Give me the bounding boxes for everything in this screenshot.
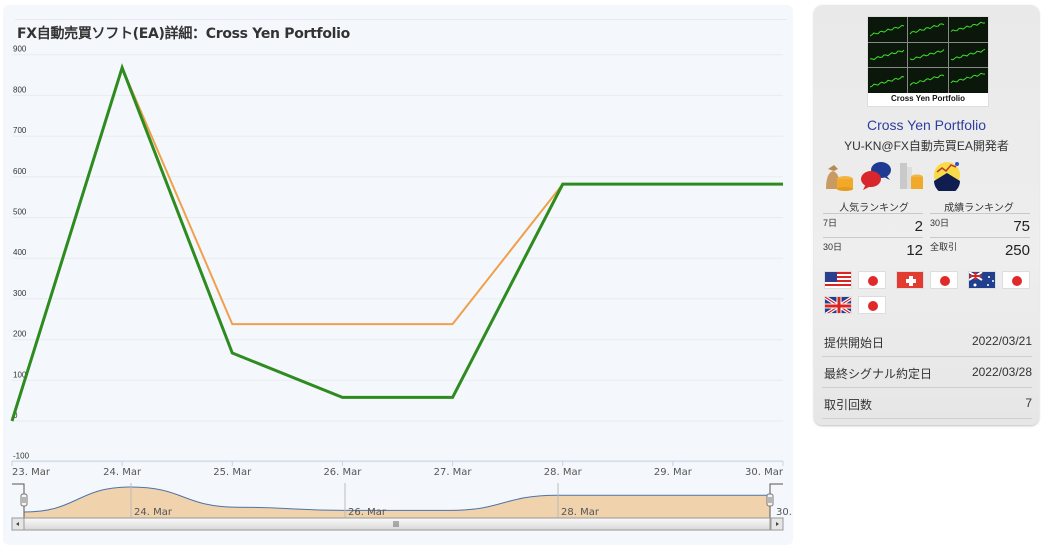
equity-chart: -100010020030040050060070080090023. Mar 2… [10,45,792,531]
x-tick-label: 29. Mar [654,467,693,478]
aud-flag-icon [968,271,996,289]
x-tick-label: 27. Mar [434,467,473,478]
thumbnail-mini-chart [908,68,948,93]
info-label: 最終シグナル約定日 [824,367,933,381]
x-tick-label: 26. Mar [323,467,362,478]
rank-value: 12 [906,242,923,259]
popularity-ranking-heading: 人気ランキング [839,203,909,214]
info-row-last-signal: 最終シグナル約定日 2022/03/28 [822,356,1032,388]
popularity-rank-7d: 7日 2 [823,213,923,236]
navigator-tick-label: 28. Mar [561,507,600,518]
navigator-tick-label: 30. [776,507,792,518]
info-value: 2022/03/21 [971,334,1032,348]
y-tick-label: 800 [13,85,27,94]
y-tick-label: 700 [13,126,27,135]
scrollbar-thumb[interactable] [23,517,771,531]
info-row-start-date: 提供開始日 2022/03/21 [822,325,1032,357]
thumbnail-mini-chart [868,17,908,42]
thumbnail-mini-chart [868,68,908,93]
thumbnail-mini-chart [948,17,988,42]
jpy-flag-icon [930,271,958,289]
gbp-flag-icon [824,296,852,314]
y-tick-label: -100 [13,452,30,461]
chat-bubbles-icon [860,159,891,191]
rank-label: 30日 [823,242,843,252]
rank-value: 250 [1004,242,1030,259]
y-tick-label: 400 [13,248,27,257]
thumbnail-mini-chart [868,42,908,68]
y-tick-label: 500 [13,208,27,217]
developer-name: YU-KN@FX自動売買EA開発者 [844,139,1009,153]
y-tick-label: 600 [13,167,27,176]
thumbnail-mini-chart [948,68,988,93]
orange-line-series [11,64,783,422]
info-label: 取引回数 [824,398,873,412]
rank-label: 7日 [823,218,838,228]
rank-value: 2 [914,218,923,235]
thumbnail-label: Cross Yen Portfolio [890,94,966,103]
ea-summary-card: Cross Yen Portfolio Cross Yen Portfolio … [814,5,1039,425]
info-row-trade-count: 取引回数 7 [822,387,1032,419]
building-coins-icon [896,159,926,191]
info-value: 7 [1025,396,1032,410]
x-tick-label: 25. Mar [213,467,252,478]
rank-value: 75 [1013,218,1030,235]
thumbnail-mini-chart [948,42,988,68]
jpy-flag-icon [858,296,886,314]
money-bag-coins-icon [824,159,854,191]
usd-flag-icon [824,271,852,289]
performance-rank-all: 全取引 250 [930,237,1030,260]
x-tick-label: 28. Mar [544,467,583,478]
thumbnail-mini-chart [908,42,948,68]
navigator-tick-label: 24. Mar [134,507,173,518]
chf-flag-icon [896,271,924,289]
navigator-left-handle[interactable] [20,493,28,507]
info-label: 提供開始日 [824,336,885,350]
y-tick-label: 300 [13,289,27,298]
rank-label: 30日 [930,218,950,228]
thumbnail-mini-chart [908,17,948,42]
badge-row [824,159,962,194]
x-tick-label: 23. Mar [12,467,51,478]
x-tick-label: 30. Mar [745,467,784,478]
ea-thumbnail[interactable]: Cross Yen Portfolio [867,16,989,107]
x-tick-label: 24. Mar [103,467,142,478]
performance-ranking-heading: 成績ランキング [944,203,1014,214]
rank-label: 全取引 [930,242,958,252]
jpy-flag-icon [858,271,886,289]
performance-rank-30d: 30日 75 [930,213,1030,236]
navigator-right-handle[interactable] [766,493,774,507]
y-tick-label: 200 [13,330,27,339]
navigator-tick-label: 26. Mar [348,507,387,518]
popularity-rank-30d: 30日 12 [823,237,923,260]
ea-name-link[interactable]: Cross Yen Portfolio [814,117,1039,133]
jpy-flag-icon [1002,271,1030,289]
green-line-series [10,63,783,422]
thumbnail-chart-grid [868,17,988,93]
y-tick-label: 900 [13,45,27,54]
info-value: 2022/03/28 [971,365,1032,379]
trend-chart-icon [932,159,962,194]
